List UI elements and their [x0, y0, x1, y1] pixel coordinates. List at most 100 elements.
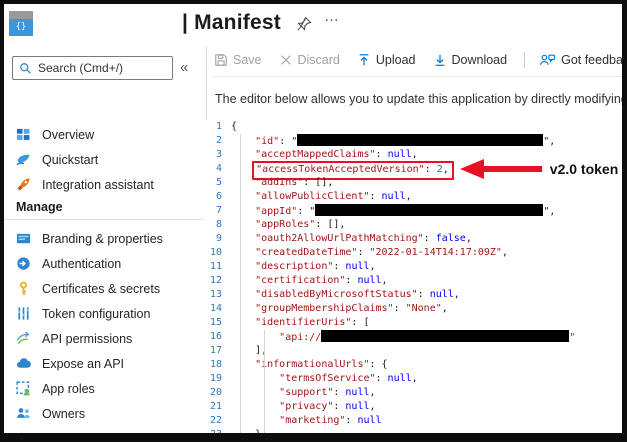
editor-line: 22 "marketing": null — [204, 414, 622, 428]
line-number: 10 — [204, 246, 231, 260]
sidebar-item-roles-and-administrators[interactable]: Roles and administrators — [4, 426, 207, 433]
editor-description: The editor below allows you to update th… — [215, 92, 622, 106]
code-token: "2022-01-14T14:17:09Z" — [370, 247, 502, 258]
code-line: "identifierUris": [ — [231, 316, 369, 330]
line-number: 19 — [204, 372, 231, 386]
code-token: "disabledByMicrosoftStatus" — [255, 289, 418, 300]
code-token: false — [436, 233, 466, 244]
code-token: null — [388, 149, 412, 160]
save-button[interactable]: Save — [214, 53, 262, 67]
app-roles-icon — [16, 381, 32, 397]
code-token: null — [382, 191, 406, 202]
code-token: : — [376, 149, 388, 160]
code-token: , — [370, 401, 376, 412]
code-token: null — [430, 289, 454, 300]
sidebar-section-label: Manage — [4, 200, 207, 214]
code-token: "oauth2AllowUrlPathMatching" — [255, 233, 424, 244]
sidebar-item-owners[interactable]: Owners — [4, 401, 207, 426]
editor-line: 17 ], — [204, 344, 622, 358]
line-number: 9 — [204, 232, 231, 246]
toolbar-button-label: Discard — [298, 53, 340, 67]
sidebar-item-api-permissions[interactable]: API permissions — [4, 326, 207, 351]
search-input[interactable] — [36, 60, 168, 76]
code-token: : — [376, 373, 388, 384]
sidebar-item-label: App roles — [42, 382, 95, 396]
sidebar-item-certificates-secrets[interactable]: Certificates & secrets — [4, 276, 207, 301]
sidebar-section-divider — [4, 219, 207, 220]
line-number: 14 — [204, 302, 231, 316]
discard-button[interactable]: Discard — [279, 53, 340, 67]
command-bar: Save Discard Upload Download Got feedback? — [214, 48, 622, 72]
code-token: "allowPublicClient" — [255, 191, 369, 202]
line-number: 13 — [204, 288, 231, 302]
code-token: "id" — [255, 136, 279, 147]
editor-line: 9 "oauth2AllowUrlPathMatching": false, — [204, 232, 622, 246]
app-manifest-icon: {} — [9, 11, 33, 36]
code-token — [231, 219, 255, 230]
sidebar-item-integration-assistant[interactable]: Integration assistant — [4, 172, 207, 197]
azure-portal-blade: {} | Manifest … « — [4, 4, 622, 433]
code-token: : [], — [315, 219, 345, 230]
code-token: "appId" — [255, 206, 297, 217]
sidebar-item-label: Branding & properties — [42, 232, 163, 246]
sidebar-item-quickstart[interactable]: Quickstart — [4, 147, 207, 172]
line-number: 4 — [204, 162, 231, 176]
line-number: 21 — [204, 400, 231, 414]
sidebar-item-label: API permissions — [42, 332, 132, 346]
got-feedback-button[interactable]: Got feedback? — [539, 53, 622, 67]
code-token: "createdDateTime" — [255, 247, 357, 258]
collapse-sidebar-icon[interactable]: « — [180, 59, 188, 76]
code-line: { — [231, 120, 237, 134]
pin-icon[interactable] — [296, 16, 314, 34]
roles-admins-icon — [16, 431, 32, 434]
code-token — [231, 136, 255, 147]
indent-guide — [264, 330, 265, 433]
line-number: 2 — [204, 134, 231, 148]
code-token: "groupMembershipClaims" — [255, 303, 393, 314]
toolbar-divider — [212, 76, 622, 77]
discard-icon — [279, 53, 293, 67]
sidebar-item-overview[interactable]: Overview — [4, 122, 207, 147]
code-token: null — [345, 401, 369, 412]
editor-line: 3 "acceptMappedClaims": null, — [204, 148, 622, 162]
indent-guide — [240, 134, 241, 433]
code-token: }, — [231, 429, 267, 433]
code-token — [231, 289, 255, 300]
upload-icon — [357, 53, 371, 67]
certificates-icon — [16, 281, 32, 297]
code-token: "privacy" — [279, 401, 333, 412]
code-token: "addIns" — [255, 177, 303, 188]
download-icon — [433, 53, 447, 67]
editor-line: 6 "allowPublicClient": null, — [204, 190, 622, 204]
download-button[interactable]: Download — [433, 53, 508, 67]
code-line: "informationalUrls": { — [231, 358, 388, 372]
editor-line: 10 "createdDateTime": "2022-01-14T14:17:… — [204, 246, 622, 260]
code-line: ], — [231, 344, 267, 358]
sidebar-item-token-configuration[interactable]: Token configuration — [4, 301, 207, 326]
upload-button[interactable]: Upload — [357, 53, 416, 67]
sidebar-item-app-roles[interactable]: App roles — [4, 376, 207, 401]
editor-line: 11 "description": null, — [204, 260, 622, 274]
more-menu-icon[interactable]: … — [324, 8, 340, 25]
integration-assistant-icon — [16, 177, 32, 193]
overview-icon — [16, 127, 32, 143]
sidebar-item-label: Certificates & secrets — [42, 282, 160, 296]
sidebar-item-authentication[interactable]: Authentication — [4, 251, 207, 276]
code-token: ", — [543, 206, 555, 217]
sidebar-item-expose-an-api[interactable]: Expose an API — [4, 351, 207, 376]
code-line: "description": null, — [231, 260, 376, 274]
code-line: "marketing": null — [231, 414, 382, 428]
save-icon — [214, 53, 228, 67]
code-token: "support" — [279, 387, 333, 398]
sidebar-item-branding-properties[interactable]: Branding & properties — [4, 226, 207, 251]
editor-line: 2 "id": "", — [204, 134, 622, 148]
manifest-json-editor[interactable]: 1{2 "id": "",3 "acceptMappedClaims": nul… — [204, 120, 622, 433]
code-line: "allowPublicClient": null, — [231, 190, 412, 204]
code-line: "support": null, — [231, 386, 376, 400]
code-token — [231, 415, 279, 426]
code-token: : — [418, 289, 430, 300]
toolbar-button-label: Got feedback? — [561, 53, 622, 67]
code-line: "appRoles": [], — [231, 218, 345, 232]
code-token: : " — [279, 136, 297, 147]
code-token — [231, 247, 255, 258]
